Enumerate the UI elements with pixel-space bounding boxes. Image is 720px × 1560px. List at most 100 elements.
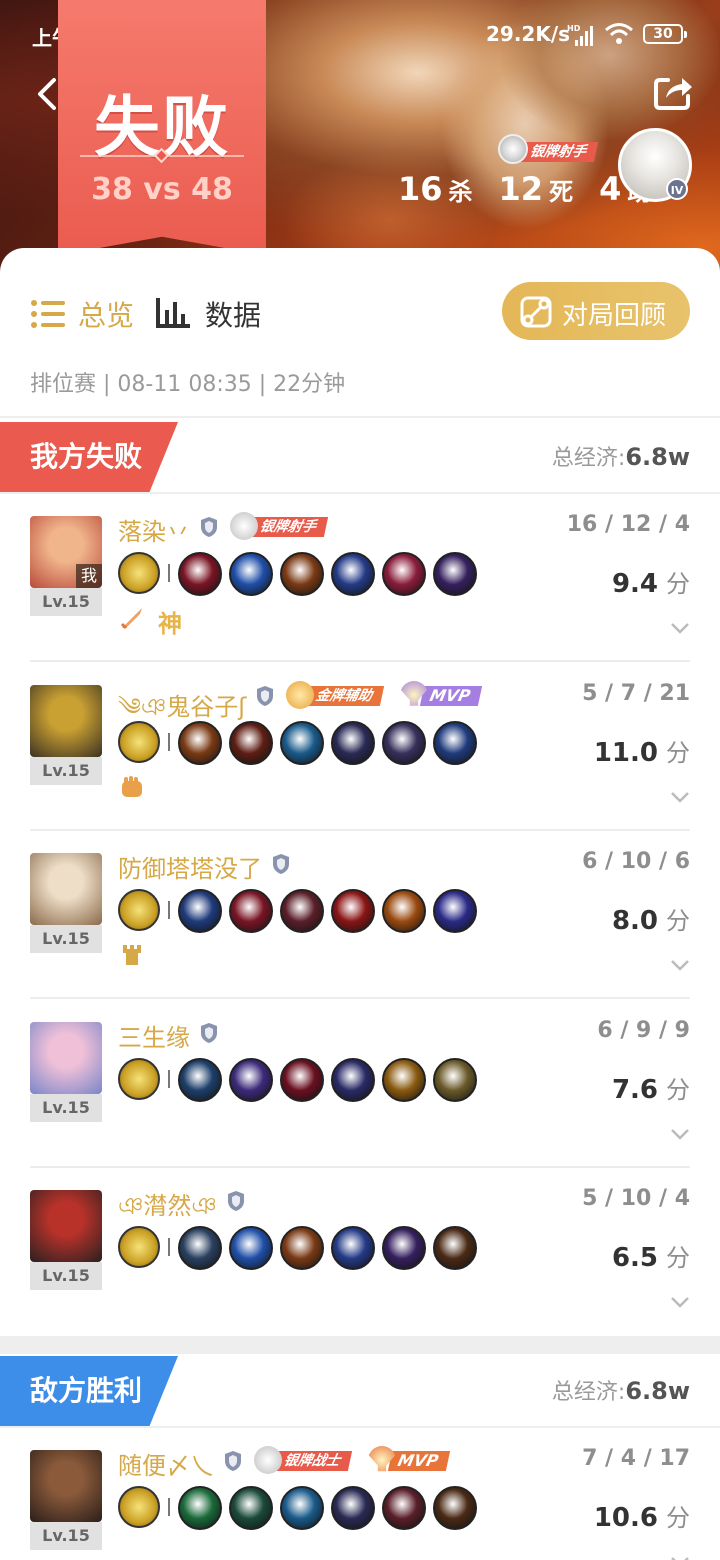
chevron-down-icon[interactable]	[670, 622, 690, 634]
equipment-item-icon	[433, 552, 477, 596]
equipment-item-icon	[229, 552, 273, 596]
rank-shield-icon	[201, 517, 217, 537]
divider	[168, 1498, 170, 1516]
hero-level: Lv.15	[30, 1262, 102, 1290]
score-unit: 分	[666, 1504, 690, 1532]
enemy_team-result-tag: 敌方胜利	[0, 1356, 178, 1426]
kda-stats: 5 / 10 / 4	[582, 1186, 690, 1211]
hero-avatar[interactable]	[30, 1450, 102, 1522]
player-row[interactable]: Lv.15 ༄ঞ鬼谷子ʃ 5 / 7 / 21 11.0 分金牌辅助 MVP	[0, 663, 720, 831]
player-row[interactable]: Lv.15 随便〆乀 7 / 4 / 17 10.6 分 银牌战士 MVP	[0, 1428, 720, 1560]
equipment-item-icon	[178, 1057, 222, 1102]
chevron-down-icon[interactable]	[670, 1128, 690, 1140]
player-score: 10.6 分	[594, 1498, 690, 1533]
rank-shield-icon	[225, 1451, 241, 1471]
tab-overview-label: 总览	[78, 299, 135, 332]
player-name[interactable]: 防御塔塔没了	[118, 849, 262, 884]
divider	[168, 732, 170, 751]
equipment-item-icon	[331, 1057, 375, 1102]
equipment-item-icon	[280, 1226, 324, 1270]
player-row[interactable]: 我 Lv.15 落染丷 16 / 12 / 4 9.4 分神 银牌射手	[0, 494, 720, 662]
flash-spell-icon	[118, 1057, 160, 1100]
equipment-item-icon	[331, 889, 375, 933]
player-row[interactable]: Lv.15 防御塔塔没了 6 / 10 / 6 8.0 分	[0, 831, 720, 999]
chevron-down-icon[interactable]	[670, 959, 690, 971]
score-value: 7.6	[611, 1074, 658, 1105]
equipment-item-icon	[229, 889, 273, 933]
silver-medal-icon	[498, 134, 528, 164]
economy-label: 总经济:	[551, 446, 626, 471]
battery-level: 30	[653, 26, 673, 42]
equipment-item-icon	[331, 720, 375, 765]
my_team-result-tag: 我方失败	[0, 422, 178, 492]
player-row[interactable]: Lv.15 ঞ潸然ঞ 5 / 10 / 4 6.5 分	[0, 1168, 720, 1336]
score-value: 10.6	[593, 1503, 658, 1533]
rank-shield-icon	[228, 1191, 244, 1211]
economy-value: 6.8w	[625, 443, 690, 471]
tower-icon	[118, 941, 146, 973]
achievement-label: 神	[158, 610, 182, 638]
assists-count: 4	[599, 170, 622, 208]
fist-icon	[118, 773, 146, 805]
hero-avatar[interactable]	[30, 1190, 102, 1262]
tab-data-label: 数据	[205, 299, 262, 332]
chevron-down-icon[interactable]	[670, 791, 690, 803]
equipment-item-icon	[229, 1486, 273, 1530]
economy-value: 6.8w	[625, 1377, 690, 1405]
route-icon	[520, 296, 552, 328]
equipment-item-icon	[382, 720, 426, 765]
score-value: 8.0	[611, 906, 658, 936]
player-name[interactable]: 三生缘	[118, 1018, 190, 1053]
equipment-item-icon	[382, 1486, 426, 1530]
medal-icon	[254, 1446, 282, 1474]
hero-avatar[interactable]: 我	[30, 516, 102, 588]
equipment-item-icon	[280, 1057, 324, 1102]
player-score: 7.6 分	[612, 1070, 690, 1105]
hero-avatar[interactable]	[30, 1021, 102, 1094]
equipment-item-icon	[280, 552, 324, 596]
divider	[168, 1069, 170, 1088]
equipment-item-icon	[433, 889, 477, 933]
equipment-item-icon	[382, 1057, 426, 1102]
medal-icon	[230, 512, 258, 540]
player-kda-summary: 16杀12死4助	[398, 170, 651, 208]
equipment-item-icon	[382, 552, 426, 596]
score-value: 9.4	[611, 569, 658, 599]
wifi-icon	[605, 23, 633, 44]
deaths-count: 12	[498, 170, 544, 208]
player-name[interactable]: 随便〆乀	[118, 1446, 214, 1481]
avatar-level-badge: IV	[666, 178, 688, 200]
equipment-item-icon	[178, 1486, 222, 1530]
share-icon[interactable]	[652, 72, 694, 112]
result-score: 38 vs 48	[91, 172, 233, 207]
player-row[interactable]: Lv.15 三生缘 6 / 9 / 9 7.6 分	[0, 1000, 720, 1168]
equipment-item-icon	[280, 1486, 324, 1530]
rank-badge-label: 银牌射手	[519, 142, 599, 162]
signal-icon: HD	[567, 24, 593, 46]
back-arrow-icon[interactable]	[32, 76, 62, 112]
kills-label: 杀	[448, 178, 473, 206]
medal-label: 金牌辅助	[305, 685, 385, 706]
equipment-item-icon	[331, 552, 375, 596]
player-name[interactable]: 落染丷	[118, 512, 190, 547]
hero-level: Lv.15	[30, 1093, 102, 1122]
hero-level: Lv.15	[30, 588, 102, 616]
score-unit: 分	[666, 1075, 690, 1104]
kda-stats: 16 / 12 / 4	[566, 512, 690, 537]
mvp-label: MVP	[387, 1451, 451, 1471]
equipment-item-icon	[433, 1226, 477, 1270]
hero-level: Lv.15	[30, 925, 102, 953]
hero-avatar[interactable]	[30, 853, 102, 925]
hero-level: Lv.15	[30, 756, 102, 785]
equipment-item-icon	[178, 552, 222, 596]
chevron-down-icon[interactable]	[670, 1296, 690, 1308]
player-name[interactable]: ঞ潸然ঞ	[118, 1186, 217, 1228]
match-review-button[interactable]: 对局回顾	[502, 282, 690, 340]
equipment-item-icon	[229, 720, 273, 765]
divider	[168, 564, 170, 582]
rank-shield-icon	[257, 685, 273, 706]
kda-stats: 6 / 10 / 6	[582, 849, 690, 874]
hero-avatar[interactable]	[30, 684, 102, 757]
score-unit: 分	[666, 1244, 690, 1272]
chevron-down-icon[interactable]	[670, 1556, 690, 1560]
